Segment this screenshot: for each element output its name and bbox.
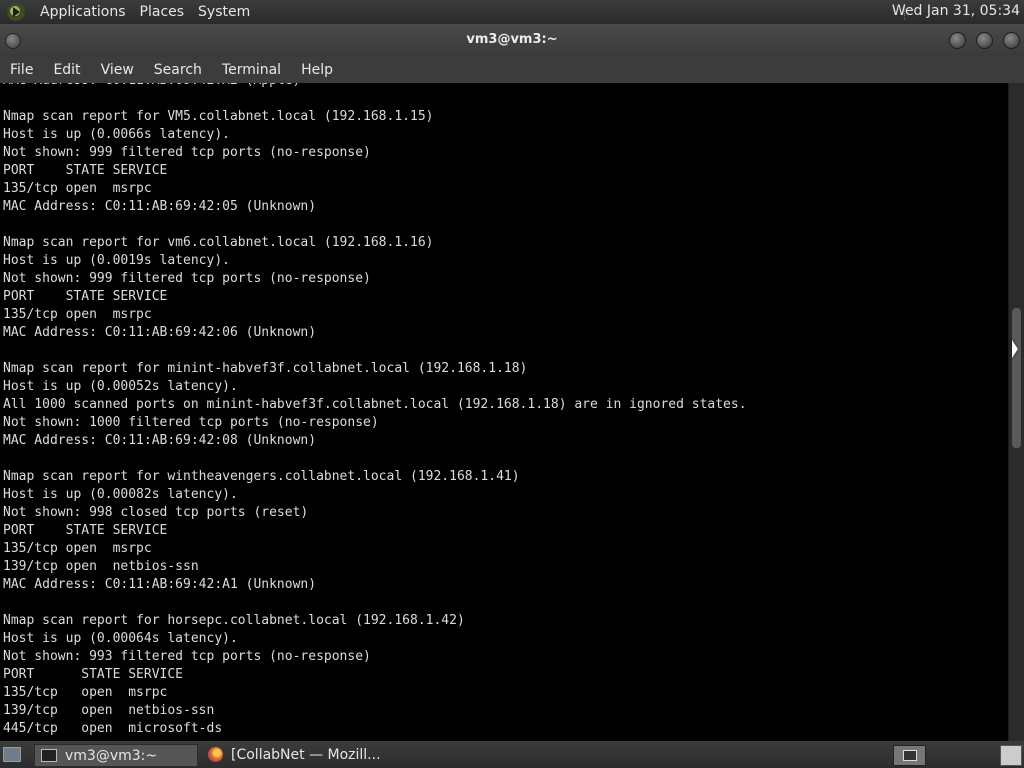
taskbar-item-firefox[interactable]: [CollabNet — Mozill... — [202, 744, 442, 765]
menu-file[interactable]: File — [0, 62, 43, 78]
terminal-line: Not shown: 999 filtered tcp ports (no-re… — [3, 271, 371, 286]
firefox-icon — [208, 747, 223, 762]
terminal-line: PORT STATE SERVICE — [3, 163, 168, 178]
terminal-line: 139/tcp open netbios-ssn — [3, 559, 199, 574]
bottom-panel: vm3@vm3:~ [CollabNet — Mozill... — [0, 741, 1024, 768]
terminal-line: All 1000 scanned ports on minint-habvef3… — [3, 397, 747, 412]
terminal-line: Not shown: 993 filtered tcp ports (no-re… — [3, 649, 371, 664]
terminal-line: Nmap scan report for VM5.collabnet.local… — [3, 109, 434, 124]
terminal-line: 135/tcp open msrpc — [3, 685, 168, 700]
terminal-line: Host is up (0.0066s latency). — [3, 127, 230, 142]
taskbar-item-terminal[interactable]: vm3@vm3:~ — [34, 744, 198, 767]
terminal-output: MAC Address: C0:11:AB:69:42:A2 (Apple) Nm… — [3, 83, 747, 738]
places-menu[interactable]: Places — [133, 4, 192, 20]
close-button[interactable] — [1003, 32, 1020, 49]
terminal-area[interactable]: MAC Address: C0:11:AB:69:42:A2 (Apple) Nm… — [0, 83, 1008, 741]
terminal-line: 135/tcp open msrpc — [3, 307, 152, 322]
mouse-pointer-icon — [1012, 340, 1018, 358]
workspace-switcher-icon[interactable] — [893, 745, 926, 766]
terminal-line: 139/tcp open netbios-ssn — [3, 703, 215, 718]
terminal-line: Nmap scan report for horsepc.collabnet.l… — [3, 613, 465, 628]
clock[interactable]: Wed Jan 31, 05:34 — [892, 3, 1020, 19]
taskbar-item-label: vm3@vm3:~ — [65, 747, 158, 764]
terminal-line: MAC Address: C0:11:AB:69:42:05 (Unknown) — [3, 199, 317, 214]
system-menu[interactable]: System — [191, 4, 257, 20]
terminal-line: 135/tcp open msrpc — [3, 541, 152, 556]
terminal-line: MAC Address: C0:11:AB:69:42:A2 (Apple) — [3, 83, 747, 90]
terminal-line: PORT STATE SERVICE — [3, 523, 168, 538]
terminal-line: Nmap scan report for minint-habvef3f.col… — [3, 361, 528, 376]
terminal-line: 445/tcp open microsoft-ds — [3, 721, 223, 736]
terminal-menubar: File Edit View Search Terminal Help — [0, 57, 1024, 83]
terminal-line: MAC Address: C0:11:AB:69:42:06 (Unknown) — [3, 325, 317, 340]
distro-logo-icon[interactable] — [7, 3, 25, 21]
terminal-line: Host is up (0.00082s latency). — [3, 487, 238, 502]
terminal-line: Nmap scan report for wintheavengers.coll… — [3, 469, 520, 484]
terminal-scrollbar[interactable] — [1008, 83, 1024, 741]
terminal-line: Host is up (0.00052s latency). — [3, 379, 238, 394]
terminal-line: Host is up (0.00064s latency). — [3, 631, 238, 646]
menu-terminal[interactable]: Terminal — [212, 62, 291, 78]
terminal-line: Not shown: 999 filtered tcp ports (no-re… — [3, 145, 371, 160]
show-desktop-icon[interactable] — [3, 747, 21, 762]
terminal-line: MAC Address: C0:11:AB:69:42:08 (Unknown) — [3, 433, 317, 448]
applications-menu[interactable]: Applications — [33, 4, 133, 20]
terminal-line: PORT STATE SERVICE — [3, 289, 168, 304]
window-title: vm3@vm3:~ — [466, 32, 558, 47]
minimize-button[interactable] — [949, 32, 966, 49]
taskbar-item-label: [CollabNet — Mozill... — [231, 746, 381, 763]
scrollbar-thumb[interactable] — [1012, 308, 1021, 448]
terminal-icon — [41, 749, 57, 762]
terminal-line: Host is up (0.0019s latency). — [3, 253, 230, 268]
menu-help[interactable]: Help — [291, 62, 343, 78]
menu-edit[interactable]: Edit — [43, 62, 90, 78]
top-panel: Applications Places System Wed Jan 31, 0… — [0, 0, 1024, 24]
menu-view[interactable]: View — [91, 62, 144, 78]
terminal-line: Not shown: 998 closed tcp ports (reset) — [3, 505, 309, 520]
trash-icon[interactable] — [1000, 745, 1022, 766]
terminal-line: 135/tcp open msrpc — [3, 181, 152, 196]
menu-search[interactable]: Search — [144, 62, 212, 78]
terminal-line: PORT STATE SERVICE — [3, 667, 184, 682]
terminal-line: Not shown: 1000 filtered tcp ports (no-r… — [3, 415, 379, 430]
terminal-line: MAC Address: C0:11:AB:69:42:A1 (Unknown) — [3, 577, 317, 592]
terminal-line: Nmap scan report for vm6.collabnet.local… — [3, 235, 434, 250]
window-titlebar[interactable]: vm3@vm3:~ — [0, 24, 1024, 57]
maximize-button[interactable] — [976, 32, 993, 49]
